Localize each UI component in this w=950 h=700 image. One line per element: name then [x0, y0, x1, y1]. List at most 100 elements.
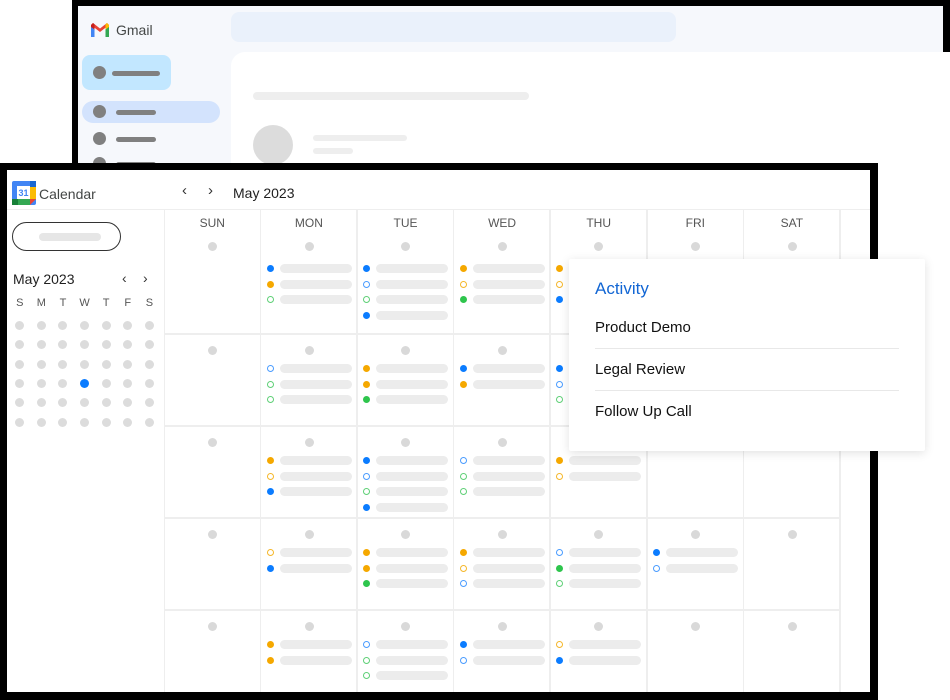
mini-day[interactable]	[139, 355, 161, 374]
event-chip[interactable]	[363, 364, 449, 373]
mini-day[interactable]	[139, 335, 161, 354]
gmail-compose-button[interactable]	[82, 55, 171, 90]
event-chip[interactable]	[363, 471, 449, 481]
date-number-placeholder[interactable]	[208, 530, 217, 539]
event-chip[interactable]	[266, 364, 353, 373]
mini-day[interactable]	[52, 335, 74, 354]
mini-day[interactable]	[117, 355, 139, 374]
event-chip[interactable]	[363, 579, 449, 588]
mini-day[interactable]	[74, 412, 96, 431]
day-cell[interactable]	[647, 610, 744, 700]
event-chip[interactable]	[459, 563, 546, 573]
mini-next-button[interactable]: ›	[143, 270, 148, 286]
mini-day[interactable]	[139, 412, 161, 431]
day-cell[interactable]	[261, 518, 358, 610]
activity-item-follow-up-call[interactable]: Follow Up Call	[595, 403, 899, 432]
day-cell[interactable]	[357, 334, 454, 426]
mini-day[interactable]	[139, 316, 161, 335]
day-cell[interactable]	[357, 610, 454, 700]
mini-day[interactable]	[74, 316, 96, 335]
date-number-placeholder[interactable]	[691, 530, 700, 539]
day-cell[interactable]	[164, 426, 261, 518]
event-chip[interactable]	[653, 548, 739, 557]
event-chip[interactable]	[459, 640, 546, 649]
date-number-placeholder[interactable]	[401, 346, 411, 355]
day-cell[interactable]	[647, 518, 744, 610]
event-chip[interactable]	[266, 640, 353, 649]
day-cell[interactable]	[744, 610, 841, 700]
event-chip[interactable]	[459, 364, 546, 373]
mini-day[interactable]	[74, 335, 96, 354]
mini-day[interactable]	[95, 335, 117, 354]
mini-day[interactable]	[9, 355, 31, 374]
mini-day[interactable]	[117, 374, 139, 393]
event-chip[interactable]	[266, 655, 353, 665]
day-cell[interactable]	[357, 426, 454, 518]
event-chip[interactable]	[363, 563, 449, 573]
date-number-placeholder[interactable]	[401, 242, 411, 251]
prev-month-button[interactable]: ‹	[182, 183, 187, 198]
day-cell[interactable]	[357, 242, 454, 334]
event-chip[interactable]	[266, 548, 353, 557]
event-chip[interactable]	[363, 456, 449, 465]
date-number-placeholder[interactable]	[208, 346, 217, 355]
calendar-logo-icon[interactable]: 31	[12, 181, 36, 205]
event-chip[interactable]	[459, 295, 546, 304]
mini-day[interactable]	[95, 374, 117, 393]
event-chip[interactable]	[459, 379, 546, 389]
mini-day[interactable]	[9, 374, 31, 393]
mini-day[interactable]	[117, 393, 139, 412]
date-number-placeholder[interactable]	[304, 242, 314, 251]
date-number-placeholder[interactable]	[691, 622, 700, 631]
date-number-placeholder[interactable]	[208, 242, 217, 251]
event-chip[interactable]	[266, 471, 353, 481]
day-cell[interactable]	[744, 518, 841, 610]
date-number-placeholder[interactable]	[594, 622, 604, 631]
date-number-placeholder[interactable]	[497, 242, 507, 251]
mini-day-selected[interactable]	[74, 374, 96, 393]
mini-day[interactable]	[74, 355, 96, 374]
gmail-nav-item[interactable]	[82, 128, 220, 150]
mini-day[interactable]	[117, 316, 139, 335]
mini-day[interactable]	[52, 355, 74, 374]
event-chip[interactable]	[556, 548, 642, 557]
mini-day[interactable]	[31, 374, 53, 393]
mini-day[interactable]	[95, 393, 117, 412]
mini-day[interactable]	[9, 316, 31, 335]
day-cell[interactable]	[550, 610, 647, 700]
event-chip[interactable]	[556, 579, 642, 588]
mini-day[interactable]	[31, 355, 53, 374]
mini-day[interactable]	[95, 412, 117, 431]
event-chip[interactable]	[363, 295, 449, 304]
event-chip[interactable]	[363, 310, 449, 320]
mini-day[interactable]	[9, 412, 31, 431]
event-chip[interactable]	[363, 548, 449, 557]
date-number-placeholder[interactable]	[787, 530, 797, 539]
event-chip[interactable]	[266, 279, 353, 289]
gmail-nav-item-inbox[interactable]	[82, 101, 220, 123]
event-chip[interactable]	[266, 487, 353, 496]
event-chip[interactable]	[363, 655, 449, 665]
mini-day[interactable]	[52, 374, 74, 393]
mini-day[interactable]	[95, 316, 117, 335]
date-number-placeholder[interactable]	[304, 346, 314, 355]
mini-day[interactable]	[74, 393, 96, 412]
date-number-placeholder[interactable]	[401, 438, 411, 447]
event-chip[interactable]	[459, 655, 546, 665]
day-cell[interactable]	[454, 426, 551, 518]
event-chip[interactable]	[363, 279, 449, 289]
event-chip[interactable]	[653, 563, 739, 573]
day-cell[interactable]	[454, 610, 551, 700]
gmail-logo[interactable]: Gmail	[90, 22, 153, 38]
mini-day[interactable]	[95, 355, 117, 374]
event-chip[interactable]	[363, 264, 449, 273]
event-chip[interactable]	[363, 395, 449, 404]
event-chip[interactable]	[459, 279, 546, 289]
day-cell[interactable]	[550, 518, 647, 610]
mini-day[interactable]	[31, 412, 53, 431]
date-number-placeholder[interactable]	[594, 530, 604, 539]
date-number-placeholder[interactable]	[401, 622, 411, 631]
activity-item-legal-review[interactable]: Legal Review	[595, 361, 899, 391]
date-number-placeholder[interactable]	[787, 242, 797, 251]
event-chip[interactable]	[556, 563, 642, 573]
